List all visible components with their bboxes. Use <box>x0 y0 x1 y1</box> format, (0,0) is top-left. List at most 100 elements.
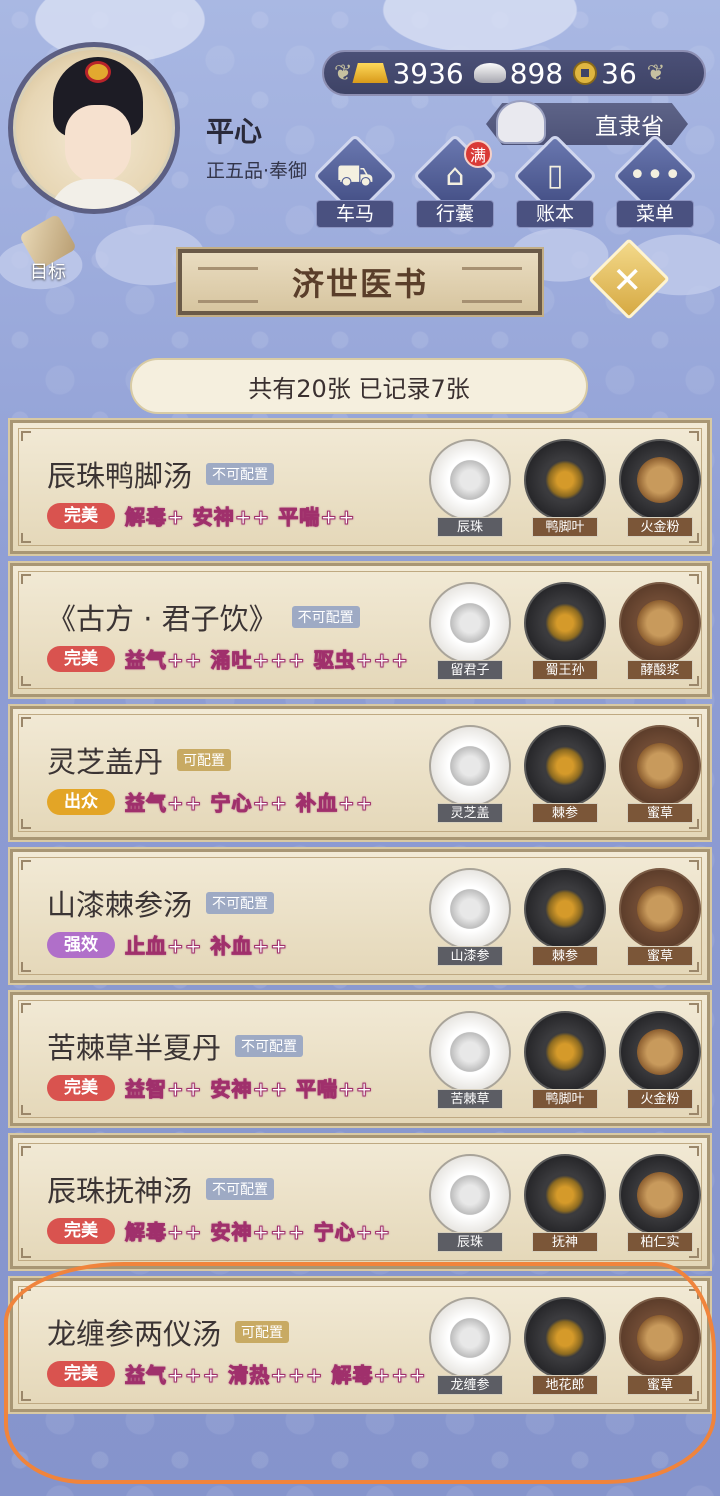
ingredient-name: 火金粉 <box>627 517 693 537</box>
ingredient-slot[interactable]: 龙缠参 <box>423 1295 517 1397</box>
avatar-body <box>49 179 149 209</box>
ingredient-name: 留君子 <box>437 660 503 680</box>
frame-corner <box>21 1003 31 1013</box>
frame-corner <box>21 819 31 829</box>
ledger-icon: ▯ <box>546 158 564 193</box>
ingredient-name: 灵芝盖 <box>437 803 503 823</box>
avatar[interactable] <box>8 42 180 214</box>
ingredient-slot[interactable]: 抚神 <box>518 1152 612 1254</box>
recipe-card[interactable]: 灵芝盖丹 可配置 出众 益气++ 宁心++ 补血++ 灵芝盖 棘参 蜜草 <box>8 704 712 842</box>
ingredient-slot[interactable]: 棘参 <box>518 866 612 968</box>
ingredient-name: 鸭脚叶 <box>532 517 598 537</box>
recipe-effects: 益气++ 涌吐+++ 驱虫+++ <box>125 648 409 673</box>
ingredient-slot[interactable]: 柏仁实 <box>613 1152 707 1254</box>
close-button[interactable]: ✕ <box>587 237 671 321</box>
config-tag: 不可配置 <box>206 892 275 914</box>
recipe-card[interactable]: 《古方 · 君子饮》 不可配置 完美 益气++ 涌吐+++ 驱虫+++ 留君子 蜀… <box>8 561 712 699</box>
gold-counter[interactable]: 3936 <box>352 57 464 90</box>
recipe-effects: 止血++ 补血++ <box>125 934 288 959</box>
ingredient-slot[interactable]: 火金粉 <box>613 1009 707 1111</box>
recipe-card[interactable]: 龙缠参两仪汤 可配置 完美 益气+++ 清热+++ 解毒+++ 龙缠参 地花郎 蜜… <box>8 1276 712 1414</box>
recipe-name: 辰珠抚神汤 <box>47 1174 193 1208</box>
nav-carriage-button[interactable]: ⛟ 车马 <box>312 133 398 228</box>
ingredient-slot[interactable]: 地花郎 <box>518 1295 612 1397</box>
frame-corner <box>21 717 31 727</box>
ingredient-slot[interactable]: 蜜草 <box>613 866 707 968</box>
recipe-name: 龙缠参两仪汤 <box>47 1317 222 1351</box>
currency-bar: ❦ 3936 898 36 ❦ <box>322 50 706 96</box>
herb-icon <box>637 1172 683 1218</box>
nav-bag-button[interactable]: ⌂ 满 行囊 <box>412 133 498 228</box>
herb-icon <box>637 1029 683 1075</box>
config-tag: 不可配置 <box>235 1035 304 1057</box>
herb-icon <box>637 457 683 503</box>
nav-ledger-button[interactable]: ▯ 账本 <box>512 133 598 228</box>
ingredient-list: 龙缠参 地花郎 蜜草 <box>423 1295 708 1397</box>
ingredient-slot[interactable]: 灵芝盖 <box>423 723 517 825</box>
page-title-banner: 济世医书 <box>176 247 544 317</box>
copper-coin-icon <box>573 61 598 85</box>
recipe-card[interactable]: 辰珠抚神汤 不可配置 完美 解毒++ 安神+++ 宁心++ 辰珠 抚神 柏仁实 <box>8 1133 712 1271</box>
ingredient-slot[interactable]: 山漆参 <box>423 866 517 968</box>
ingredient-slot[interactable]: 辰珠 <box>423 1152 517 1254</box>
herb-icon <box>542 1315 588 1361</box>
recipe-name: 山漆棘参汤 <box>47 888 193 922</box>
ingredient-slot[interactable]: 火金粉 <box>613 437 707 539</box>
ingredient-slot[interactable]: 棘参 <box>518 723 612 825</box>
silver-amount: 898 <box>509 56 564 90</box>
frame-corner <box>21 1289 31 1299</box>
leaf-decoration-icon: ❦ <box>646 60 666 86</box>
ingredient-name: 苦棘草 <box>437 1089 503 1109</box>
herb-icon <box>542 886 588 932</box>
ingredient-slot[interactable]: 辰珠 <box>423 437 517 539</box>
player-name: 平心 <box>206 115 263 148</box>
avatar-face <box>65 105 131 183</box>
ingredient-name: 柏仁实 <box>627 1232 693 1252</box>
goal-button[interactable]: 目标 <box>12 213 84 288</box>
ingredient-list: 辰珠 抚神 柏仁实 <box>423 1152 708 1254</box>
ingredient-slot[interactable]: 苦棘草 <box>423 1009 517 1111</box>
recipe-name-row: 龙缠参两仪汤 可配置 <box>47 1311 290 1353</box>
ingredient-slot[interactable]: 蜜草 <box>613 1295 707 1397</box>
record-count: 共有20张 已记录7张 <box>130 358 588 414</box>
nav-menu-button[interactable]: ••• 菜单 <box>612 133 698 228</box>
recipe-name-row: 辰珠抚神汤 不可配置 <box>47 1168 275 1210</box>
quality-badge: 强效 <box>47 932 115 958</box>
ingredient-name: 鸭脚叶 <box>532 1089 598 1109</box>
player-rank: 正五品·奉御 <box>206 160 308 182</box>
gold-ingot-icon <box>352 63 389 83</box>
carriage-icon: ⛟ <box>336 158 374 193</box>
goal-label: 目标 <box>30 262 66 283</box>
frame-corner <box>21 1105 31 1115</box>
herb-icon <box>447 743 493 789</box>
recipe-card[interactable]: 山漆棘参汤 不可配置 强效 止血++ 补血++ 山漆参 棘参 蜜草 <box>8 847 712 985</box>
ingredient-slot[interactable]: 鸭脚叶 <box>518 1009 612 1111</box>
quality-badge: 完美 <box>47 1075 115 1101</box>
menu-icon: ••• <box>628 158 682 193</box>
herb-icon <box>447 1172 493 1218</box>
ingredient-slot[interactable]: 蜀王孙 <box>518 580 612 682</box>
recipe-card[interactable]: 苦棘草半夏丹 不可配置 完美 益智++ 安神++ 平喘++ 苦棘草 鸭脚叶 火金粉 <box>8 990 712 1128</box>
frame-corner <box>21 1248 31 1258</box>
herb-icon <box>542 600 588 646</box>
herb-icon <box>542 457 588 503</box>
quality-badge: 完美 <box>47 1218 115 1244</box>
ingredient-name: 蜜草 <box>627 946 693 966</box>
ingredient-name: 辰珠 <box>437 1232 503 1252</box>
silver-counter[interactable]: 898 <box>473 56 564 90</box>
ingredient-list: 留君子 蜀王孙 酵酸浆 <box>423 580 708 682</box>
ingredient-name: 龙缠参 <box>437 1375 503 1395</box>
ingredient-slot[interactable]: 蜜草 <box>613 723 707 825</box>
ingredient-list: 灵芝盖 棘参 蜜草 <box>423 723 708 825</box>
coin-counter[interactable]: 36 <box>573 57 637 90</box>
nav-label: 行囊 <box>416 200 494 228</box>
ingredient-slot[interactable]: 鸭脚叶 <box>518 437 612 539</box>
ingredient-slot[interactable]: 酵酸浆 <box>613 580 707 682</box>
herb-icon <box>637 886 683 932</box>
coin-amount: 36 <box>601 56 637 90</box>
herb-icon <box>447 886 493 932</box>
recipe-card[interactable]: 辰珠鸭脚汤 不可配置 完美 解毒+ 安神++ 平喘++ 辰珠 鸭脚叶 火金粉 <box>8 418 712 556</box>
ingredient-name: 蜜草 <box>627 803 693 823</box>
ingredient-slot[interactable]: 留君子 <box>423 580 517 682</box>
recipe-effects: 解毒+ 安神++ 平喘++ <box>125 505 356 530</box>
